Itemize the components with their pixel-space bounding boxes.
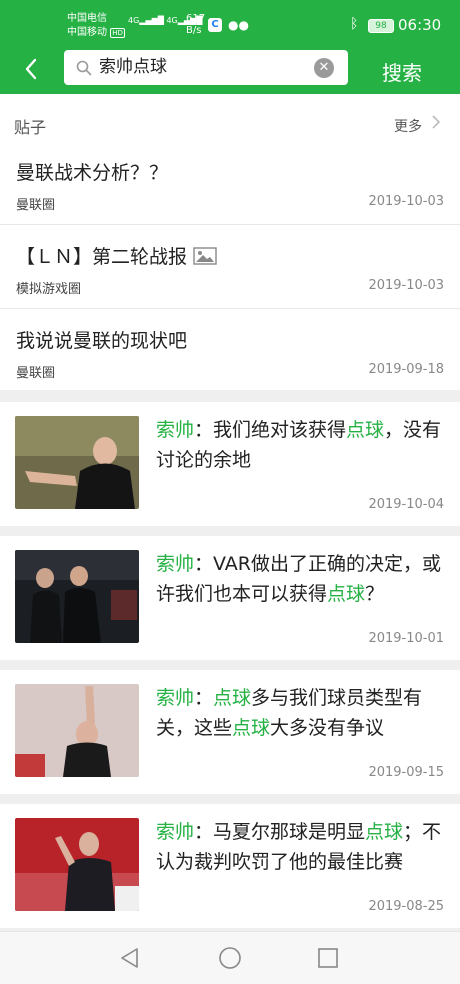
- post-title: 【ＬＮ】第二轮战报: [16, 246, 188, 268]
- chevron-right-icon[interactable]: [430, 114, 442, 130]
- title-text: ：马夏尔那球是明显: [194, 821, 366, 843]
- hd-badge: HD: [110, 28, 125, 38]
- speed-unit: B/s: [186, 25, 202, 36]
- status-bar: 中国电信 中国移动 HD 4G▂▄▆█ 4G▂▄▆█ 617 B/s C ●● …: [0, 0, 460, 48]
- news-title: 索帅：VAR做出了正确的决定，或许我们也本可以获得点球？: [156, 549, 448, 609]
- news-title: 索帅：点球多与我们球员类型有关，这些点球大多没有争议: [156, 683, 448, 743]
- signal-icon: ▂▄▆█: [139, 16, 164, 25]
- title-text: ：: [194, 687, 214, 709]
- wechat-icon: ●●: [228, 18, 249, 32]
- search-box[interactable]: 索帅点球 ✕: [64, 50, 348, 85]
- title-text: ？: [365, 583, 385, 605]
- news-thumbnail: [15, 416, 139, 509]
- divider: [0, 224, 460, 225]
- title-text: ：VAR做出了正确的决定，或许我们也本可以获得: [156, 553, 441, 605]
- back-button[interactable]: [20, 57, 44, 81]
- posts-section: 贴子 更多 曼联战术分析？？ 曼联圈 2019-10-03 【ＬＮ】第二轮战报 …: [0, 94, 460, 390]
- news-thumbnail: [15, 550, 139, 643]
- highlight-keyword: 点球: [213, 687, 252, 709]
- network-type-1: 4G: [128, 16, 140, 25]
- highlight-keyword: 点球: [346, 419, 385, 441]
- highlight-keyword: 索帅: [156, 821, 195, 843]
- news-thumbnail: [15, 684, 139, 777]
- network-type-2: 4G: [166, 16, 178, 25]
- news-card[interactable]: 索帅：点球多与我们球员类型有关，这些点球大多没有争议 2019-09-15: [0, 670, 460, 794]
- carrier-2: 中国移动: [67, 27, 107, 38]
- news-card[interactable]: 索帅：VAR做出了正确的决定，或许我们也本可以获得点球？ 2019-10-01: [0, 536, 460, 660]
- news-date: 2019-08-25: [368, 899, 444, 914]
- triangle-back-icon[interactable]: [118, 946, 142, 970]
- news-thumbnail: [15, 818, 139, 911]
- news-date: 2019-09-15: [368, 765, 444, 780]
- speed-value: 617: [186, 13, 206, 24]
- highlight-keyword: 点球: [232, 717, 271, 739]
- highlight-keyword: 索帅: [156, 687, 195, 709]
- app-notification-icon: C: [208, 18, 222, 32]
- search-icon: [76, 60, 92, 76]
- highlight-keyword: 点球: [327, 583, 366, 605]
- header-bar: 中国电信 中国移动 HD 4G▂▄▆█ 4G▂▄▆█ 617 B/s C ●● …: [0, 0, 460, 94]
- square-recent-icon[interactable]: [316, 946, 340, 970]
- clock: 06:30: [398, 16, 442, 34]
- post-date: 2019-10-03: [368, 194, 444, 209]
- system-nav-bar: [0, 931, 460, 984]
- post-date: 2019-09-18: [368, 362, 444, 377]
- battery-icon: 98: [368, 19, 394, 33]
- carrier-info: 中国电信 中国移动 HD: [67, 12, 125, 40]
- post-item[interactable]: 曼联战术分析？？ 曼联圈 2019-10-03: [0, 158, 460, 240]
- clear-icon[interactable]: ✕: [314, 58, 334, 78]
- bluetooth-icon: ᛒ: [350, 16, 359, 32]
- post-group: 曼联圈: [16, 366, 56, 381]
- news-card[interactable]: 索帅：我们绝对该获得点球，没有讨论的余地 2019-10-04: [0, 402, 460, 526]
- highlight-keyword: 索帅: [156, 553, 195, 575]
- post-item[interactable]: 我说说曼联的现状吧 曼联圈 2019-09-18: [0, 326, 460, 408]
- post-item[interactable]: 【ＬＮ】第二轮战报 模拟游戏圈 2019-10-03: [0, 242, 460, 324]
- network-speed: 617 B/s: [186, 13, 205, 37]
- chevron-left-icon: [25, 58, 37, 80]
- post-title: 我说说曼联的现状吧: [16, 330, 188, 352]
- highlight-keyword: 索帅: [156, 419, 195, 441]
- news-title: 索帅：马夏尔那球是明显点球；不认为裁判吹罚了他的最佳比赛: [156, 817, 448, 877]
- news-card[interactable]: 索帅：马夏尔那球是明显点球；不认为裁判吹罚了他的最佳比赛 2019-08-25: [0, 804, 460, 928]
- carrier-1: 中国电信: [67, 13, 107, 24]
- post-group: 模拟游戏圈: [16, 282, 82, 297]
- highlight-keyword: 点球: [365, 821, 404, 843]
- title-text: ：我们绝对该获得: [194, 419, 347, 441]
- image-icon: [193, 247, 217, 265]
- title-text: 大多没有争议: [270, 717, 385, 739]
- news-date: 2019-10-04: [368, 497, 444, 512]
- news-title: 索帅：我们绝对该获得点球，没有讨论的余地: [156, 415, 448, 475]
- section-title: 贴子: [14, 118, 47, 137]
- post-title: 曼联战术分析？？: [16, 162, 169, 184]
- post-group: 曼联圈: [16, 198, 56, 213]
- search-button[interactable]: 搜索: [382, 57, 422, 86]
- divider: [0, 308, 460, 309]
- post-date: 2019-10-03: [368, 278, 444, 293]
- circle-home-icon[interactable]: [218, 946, 242, 970]
- more-link[interactable]: 更多: [394, 116, 422, 136]
- news-date: 2019-10-01: [368, 631, 444, 646]
- search-input[interactable]: 索帅点球: [99, 50, 309, 85]
